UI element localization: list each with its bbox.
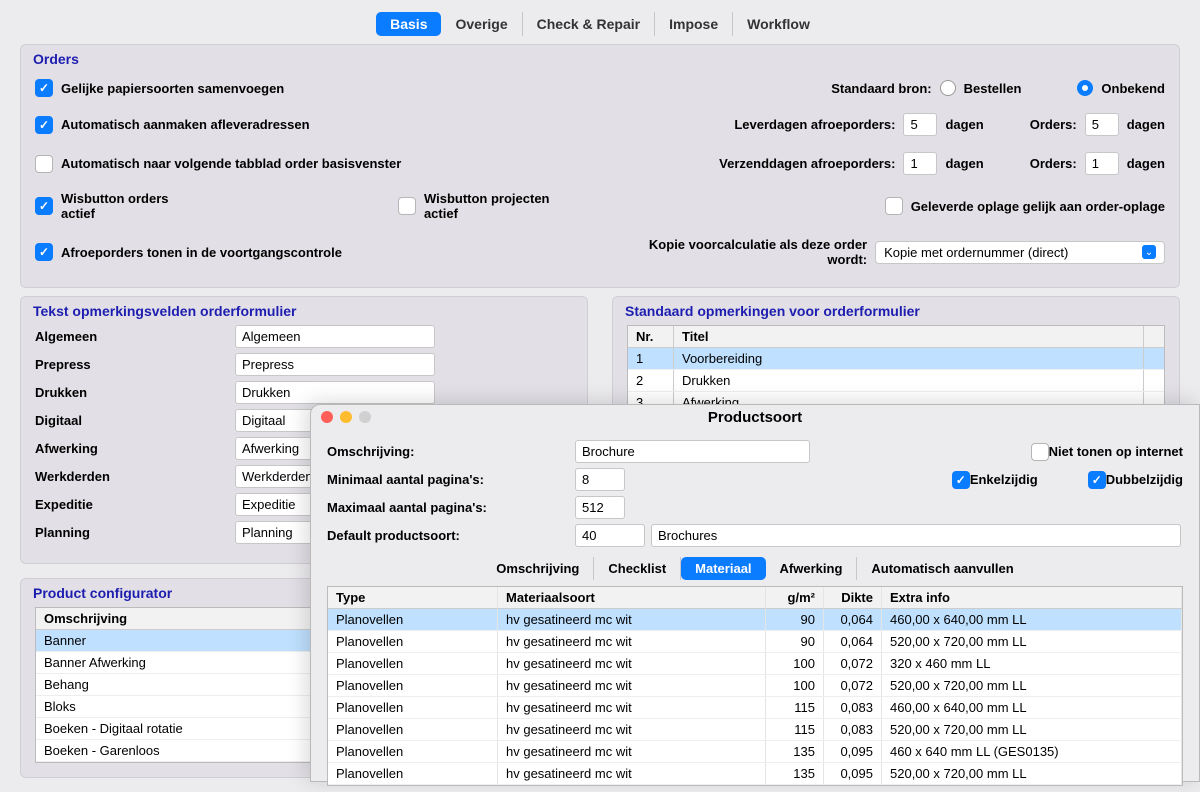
table-row[interactable]: 1Voorbereiding: [628, 348, 1164, 370]
label: Maximaal aantal pagina's:: [327, 500, 575, 515]
label: dagen: [945, 156, 983, 171]
input-drukken[interactable]: [235, 381, 435, 404]
standaard-title: Standaard opmerkingen voor orderformulie…: [625, 303, 1165, 319]
cb-gelijke-papiersoorten[interactable]: [35, 79, 53, 97]
col-extra: Extra info: [882, 587, 1182, 608]
label: Leverdagen afroeporders:: [734, 117, 895, 132]
table-row[interactable]: Planovellenhv gesatineerd mc wit1000,072…: [328, 675, 1182, 697]
label: Verzenddagen afroeporders:: [719, 156, 895, 171]
input-orders1[interactable]: [1085, 113, 1119, 136]
mtab-omschrijving[interactable]: Omschrijving: [482, 557, 594, 580]
table-row[interactable]: Planovellenhv gesatineerd mc wit1000,072…: [328, 653, 1182, 675]
orders-title: Orders: [33, 51, 1165, 67]
col-dikte: Dikte: [824, 587, 882, 608]
table-row[interactable]: 2Drukken: [628, 370, 1164, 392]
chevron-down-icon: ⌄: [1142, 245, 1156, 259]
label: Planning: [35, 525, 235, 540]
cb-dubbelzijdig[interactable]: [1088, 471, 1106, 489]
col-materiaalsoort: Materiaalsoort: [498, 587, 766, 608]
cb-auto-volgende-tab[interactable]: [35, 155, 53, 173]
table-row[interactable]: Planovellenhv gesatineerd mc wit900,0644…: [328, 609, 1182, 631]
label: Kopie voorcalculatie als deze order word…: [615, 237, 867, 267]
label: Digitaal: [35, 413, 235, 428]
modal-title: Productsoort: [311, 409, 1199, 426]
input-default-id[interactable]: [575, 524, 645, 547]
mtab-checklist[interactable]: Checklist: [594, 557, 681, 580]
label: dagen: [945, 117, 983, 132]
cb-auto-aanmaken[interactable]: [35, 116, 53, 134]
col-type: Type: [328, 587, 498, 608]
input-orders2[interactable]: [1085, 152, 1119, 175]
tab-overige[interactable]: Overige: [441, 12, 522, 36]
label: Prepress: [35, 357, 235, 372]
label: dagen: [1127, 117, 1165, 132]
tekst-title: Tekst opmerkingsvelden orderformulier: [33, 303, 573, 319]
label: Wisbutton orders actief: [61, 191, 204, 221]
label: Standaard bron:: [831, 81, 931, 96]
label: Minimaal aantal pagina's:: [327, 472, 575, 487]
label: Niet tonen op internet: [1049, 444, 1183, 459]
label: Expeditie: [35, 497, 235, 512]
label: Drukken: [35, 385, 235, 400]
label: Orders:: [1030, 156, 1077, 171]
tab-check-repair[interactable]: Check & Repair: [523, 12, 655, 36]
tab-workflow[interactable]: Workflow: [733, 12, 824, 36]
label: Gelijke papiersoorten samenvoegen: [61, 81, 284, 96]
label: Onbekend: [1101, 81, 1165, 96]
label: Werkderden: [35, 469, 235, 484]
cb-wisbutton-projecten[interactable]: [398, 197, 416, 215]
cb-wisbutton-orders[interactable]: [35, 197, 53, 215]
input-max-pag[interactable]: [575, 496, 625, 519]
table-row[interactable]: Planovellenhv gesatineerd mc wit1150,083…: [328, 719, 1182, 741]
mtab-materiaal[interactable]: Materiaal: [681, 557, 765, 580]
input-min-pag[interactable]: [575, 468, 625, 491]
table-row[interactable]: Planovellenhv gesatineerd mc wit1350,095…: [328, 741, 1182, 763]
label: Geleverde oplage gelijk aan order-oplage: [911, 199, 1165, 214]
input-default-name[interactable]: [651, 524, 1181, 547]
label: Afwerking: [35, 441, 235, 456]
select-kopie[interactable]: Kopie met ordernummer (direct) ⌄: [875, 241, 1165, 264]
orders-panel: Orders Gelijke papiersoorten samenvoegen…: [20, 44, 1180, 288]
cb-enkelzijdig[interactable]: [952, 471, 970, 489]
cb-niet-tonen[interactable]: [1031, 443, 1049, 461]
main-tabs: Basis Overige Check & Repair Impose Work…: [0, 0, 1200, 36]
modal-tabs: Omschrijving Checklist Materiaal Afwerki…: [327, 557, 1183, 580]
input-leverdagen[interactable]: [903, 113, 937, 136]
table-row[interactable]: Planovellenhv gesatineerd mc wit1150,083…: [328, 697, 1182, 719]
cb-geleverde-oplage[interactable]: [885, 197, 903, 215]
productsoort-modal: Productsoort Omschrijving: Niet tonen op…: [310, 404, 1200, 782]
col-titel: Titel: [674, 326, 1144, 347]
input-verzenddagen[interactable]: [903, 152, 937, 175]
radio-bestellen[interactable]: [940, 80, 956, 96]
label: Omschrijving:: [327, 444, 575, 459]
cb-afroeporders-tonen[interactable]: [35, 243, 53, 261]
label: Enkelzijdig: [970, 472, 1038, 487]
label: Wisbutton projecten actief: [424, 191, 585, 221]
mtab-auto-aanvullen[interactable]: Automatisch aanvullen: [857, 557, 1027, 580]
modal-titlebar: Productsoort: [311, 405, 1199, 429]
materiaal-table: Type Materiaalsoort g/m² Dikte Extra inf…: [327, 586, 1183, 786]
col-gm2: g/m²: [766, 587, 824, 608]
mtab-afwerking[interactable]: Afwerking: [766, 557, 858, 580]
label: Bestellen: [964, 81, 1022, 96]
tab-basis[interactable]: Basis: [376, 12, 441, 36]
label: Automatisch aanmaken afleveradressen: [61, 117, 310, 132]
label: Dubbelzijdig: [1106, 472, 1183, 487]
label: Algemeen: [35, 329, 235, 344]
label: Afroeporders tonen in de voortgangscontr…: [61, 245, 342, 260]
table-row[interactable]: Planovellenhv gesatineerd mc wit900,0645…: [328, 631, 1182, 653]
label: dagen: [1127, 156, 1165, 171]
tab-impose[interactable]: Impose: [655, 12, 733, 36]
label: Orders:: [1030, 117, 1077, 132]
input-algemeen[interactable]: [235, 325, 435, 348]
radio-onbekend[interactable]: [1077, 80, 1093, 96]
col-nr: Nr.: [628, 326, 674, 347]
input-omschrijving[interactable]: [575, 440, 810, 463]
label: Automatisch naar volgende tabblad order …: [61, 156, 401, 171]
input-prepress[interactable]: [235, 353, 435, 376]
select-value: Kopie met ordernummer (direct): [884, 245, 1068, 260]
label: Default productsoort:: [327, 528, 575, 543]
